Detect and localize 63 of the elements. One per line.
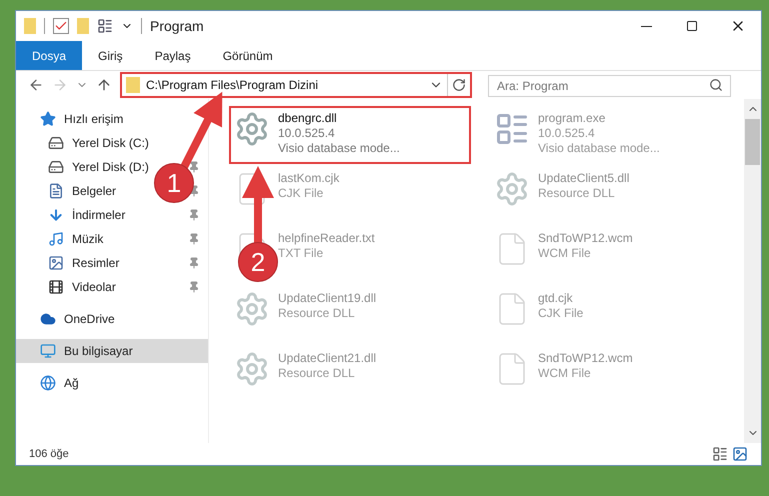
file-detail: Resource DLL (538, 186, 616, 201)
file-detail: CJK File (538, 306, 584, 321)
film-icon (48, 279, 64, 295)
sidebar-item[interactable]: Resimler (48, 254, 120, 272)
sidebar-item[interactable]: Ağ (16, 371, 208, 395)
folder-icon (126, 77, 140, 93)
file-detail: Visio database mode... (538, 141, 660, 156)
file-detail: CJK File (278, 186, 324, 201)
properties-icon[interactable] (97, 18, 113, 34)
ribbon-tab[interactable]: Giriş (82, 41, 139, 70)
up-icon[interactable] (96, 77, 112, 93)
item-count: 106 öğe (29, 446, 69, 462)
sidebar-item[interactable]: İndirmeler (48, 206, 126, 224)
sidebar-item[interactable]: Belgeler (48, 182, 116, 200)
search-field[interactable]: Ara: Program (488, 75, 731, 97)
scrollbar-thumb[interactable] (745, 119, 760, 165)
sidebar-item[interactable]: Videolar (48, 278, 116, 296)
file-detail: Visio database mode... (278, 141, 400, 156)
sidebar-item[interactable]: Yerel Disk (C:) (48, 134, 149, 152)
file-name[interactable]: dbengrc.dll (278, 111, 400, 126)
ribbon-tab[interactable]: Paylaş (138, 41, 207, 70)
program-icon (494, 111, 530, 147)
back-icon[interactable] (28, 77, 44, 93)
refresh-icon (452, 78, 466, 92)
gear-file-icon (234, 291, 270, 327)
file-detail: WCM File (538, 246, 592, 261)
pin-icon (188, 281, 200, 293)
ribbon-tab[interactable]: Görünüm (206, 41, 289, 70)
maximize-icon (686, 20, 698, 32)
star-icon (40, 111, 56, 127)
document-icon (48, 183, 64, 199)
sidebar-item[interactable]: Bu bilgisayar (16, 339, 208, 363)
sidebar-item[interactable]: Hızlı erişim (16, 107, 208, 131)
music-note-icon (48, 231, 64, 247)
monitor-icon (40, 343, 56, 359)
gear-file-icon (494, 171, 530, 207)
globe-icon (40, 375, 56, 391)
pin-icon (188, 233, 200, 245)
file-detail: 10.0.525.4 (278, 126, 336, 141)
file-detail: WCM File (538, 366, 592, 381)
sidebar-item[interactable]: Yerel Disk (D:) (48, 158, 149, 176)
gear-file-icon (234, 111, 270, 147)
sidebar-item[interactable]: Müzik (48, 230, 104, 248)
pin-icon (188, 209, 200, 221)
drive-icon (48, 135, 64, 151)
window-title: Program (150, 16, 204, 36)
file-detail: Resource DLL (278, 306, 356, 321)
details-view-icon[interactable] (712, 446, 728, 462)
cloud-icon (40, 311, 56, 327)
pin-icon (188, 161, 200, 173)
pin-icon (188, 257, 200, 269)
drive-icon (48, 159, 64, 175)
gear-file-icon (234, 351, 270, 387)
address-path: C:\Program Files\Program Dizini (146, 77, 318, 94)
sidebar-item[interactable]: OneDrive (16, 307, 208, 331)
file-detail: TXT File (278, 246, 324, 261)
picture-icon (48, 255, 64, 271)
file-detail: 10.0.525.4 (538, 126, 596, 141)
file-menu-tab[interactable]: Dosya (16, 41, 82, 70)
large-icons-view-icon[interactable] (732, 446, 748, 462)
file-detail: Resource DLL (278, 366, 356, 381)
search-icon (709, 78, 723, 92)
checklist-icon[interactable] (53, 18, 69, 34)
